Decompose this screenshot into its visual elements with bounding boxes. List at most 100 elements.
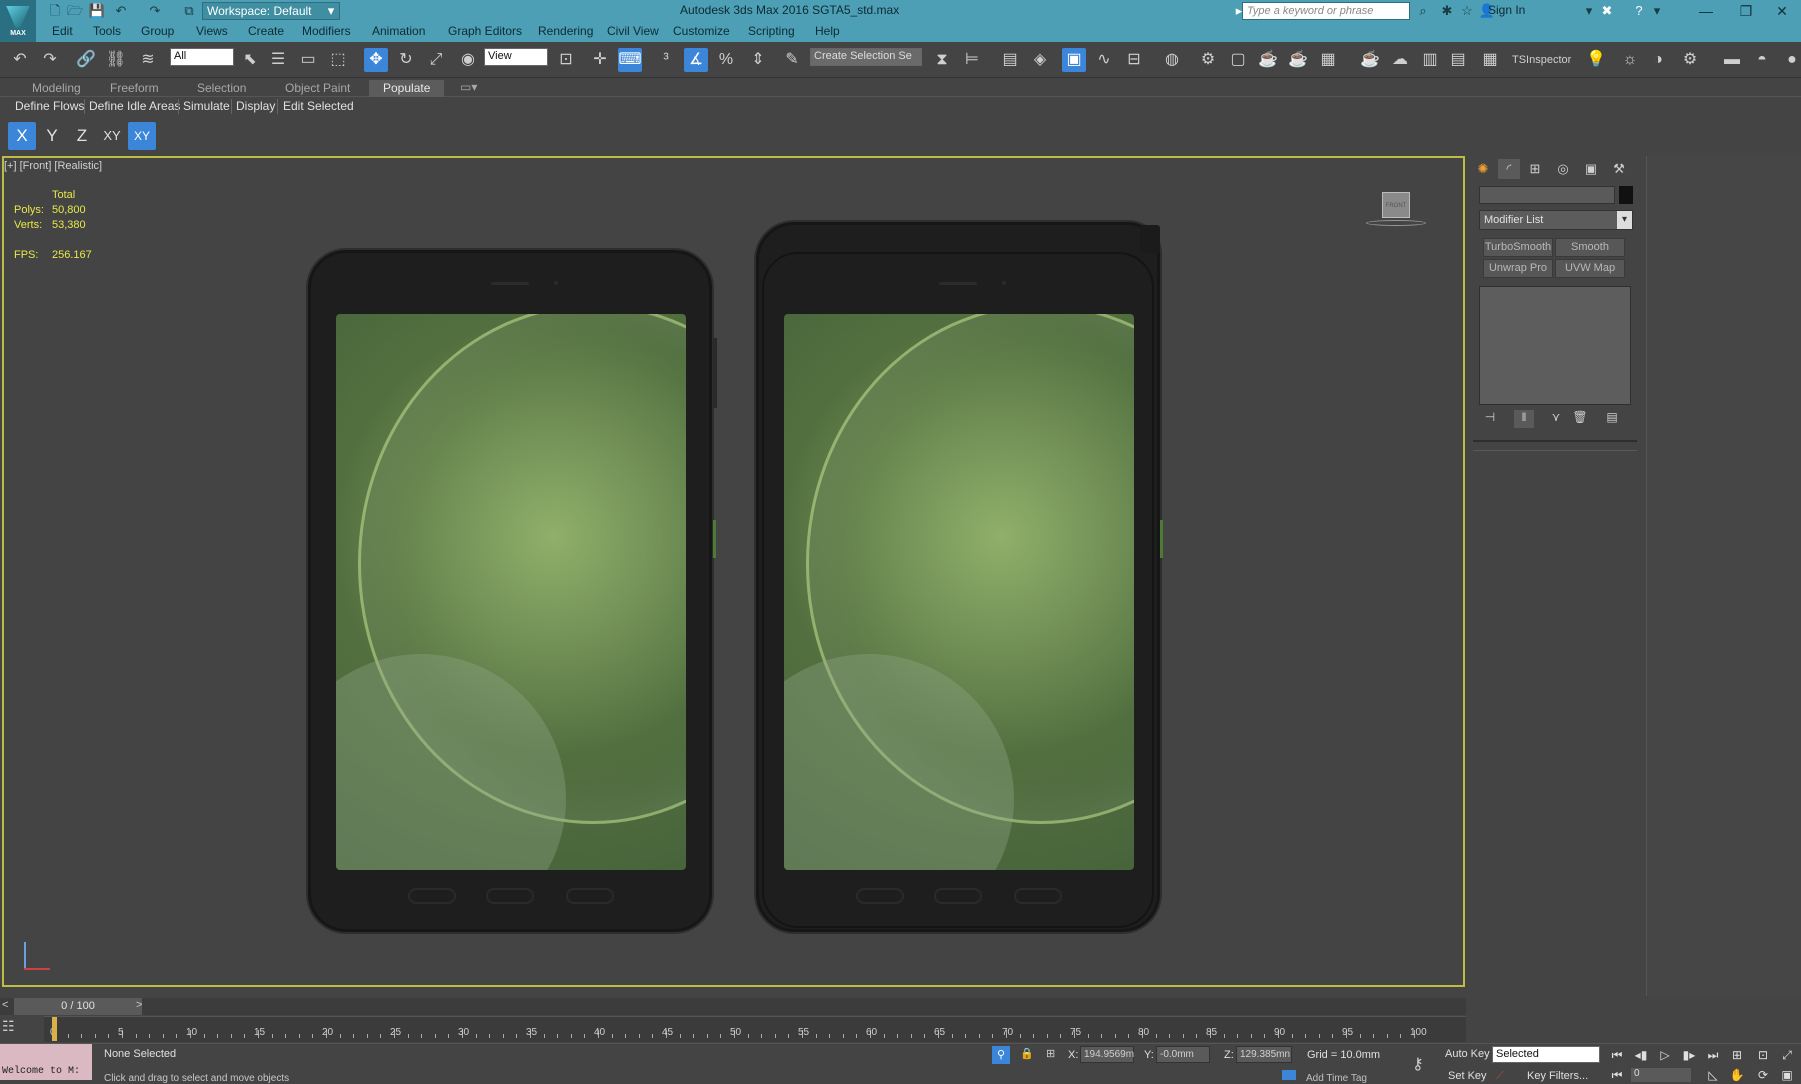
phone-model-right[interactable] (754, 220, 1162, 934)
cloud-render-icon[interactable]: ☁ (1388, 48, 1412, 72)
new-file-icon[interactable]: 🗋 (46, 2, 64, 20)
minimize-icon[interactable]: — (1686, 0, 1726, 22)
close-icon[interactable]: ✕ (1762, 0, 1801, 22)
maximize-icon[interactable]: ❐ (1726, 0, 1766, 22)
keyboard-shortcut-override-icon[interactable]: ⌨ (618, 48, 642, 72)
simulate-button[interactable]: Simulate (183, 99, 230, 113)
time-next-icon[interactable]: > (136, 999, 142, 1011)
link-icon[interactable]: 🔗 (74, 48, 98, 72)
field-of-view-icon[interactable]: ◺ (1704, 1066, 1722, 1084)
menu-tools[interactable]: Tools (93, 24, 121, 38)
tab-freeform[interactable]: Freeform (110, 81, 159, 95)
define-flows-button[interactable]: Define Flows (15, 99, 84, 113)
previous-frame-icon[interactable]: ◂▮ (1632, 1046, 1650, 1064)
display-button[interactable]: Display (236, 99, 275, 113)
sign-in-button[interactable]: Sign In (1488, 3, 1525, 17)
smooth-button[interactable]: Smooth (1555, 238, 1625, 257)
axis-snap-toggle-button[interactable]: XY (128, 122, 156, 150)
viewcube-face[interactable]: FRONT (1382, 192, 1410, 218)
render-iterative-icon[interactable]: ☕ (1286, 48, 1310, 72)
render-elements-icon[interactable]: ▤ (1446, 48, 1470, 72)
utilities-tab-icon[interactable]: ⚒ (1608, 159, 1630, 179)
select-by-name-icon[interactable]: ☰ (266, 48, 290, 72)
key-icon[interactable]: ⚷ (1412, 1054, 1424, 1074)
material-editor-icon[interactable]: ◍ (1160, 48, 1184, 72)
lock-selection-icon[interactable]: 🔒 (1020, 1047, 1034, 1060)
environment-icon[interactable]: ▥ (1418, 48, 1442, 72)
render-production-icon[interactable]: ☕ (1256, 48, 1280, 72)
add-time-tag[interactable]: Add Time Tag (1306, 1073, 1367, 1084)
menu-customize[interactable]: Customize (673, 24, 730, 38)
modifier-stack[interactable] (1479, 286, 1631, 405)
redo-icon[interactable]: ↷ (146, 2, 164, 20)
track-bar[interactable]: 0510152025303540455055606570758085909510… (44, 1016, 1466, 1042)
select-manipulate-icon[interactable]: ✛ (588, 48, 612, 72)
time-prev-icon[interactable]: < (2, 999, 8, 1011)
modifier-list-dropdown[interactable]: Modifier List (1479, 210, 1633, 230)
menu-scripting[interactable]: Scripting (748, 24, 795, 38)
tab-modeling[interactable]: Modeling (32, 81, 81, 95)
zoom-extents-icon[interactable]: ⊞ (1728, 1046, 1746, 1064)
auto-key-button[interactable]: Auto Key (1445, 1048, 1490, 1060)
menu-modifiers[interactable]: Modifiers (302, 24, 351, 38)
orbit-icon[interactable]: ⟳ (1754, 1066, 1772, 1084)
sphere-icon[interactable]: ● (1780, 48, 1801, 72)
rendered-frame-icon[interactable]: ▢ (1226, 48, 1250, 72)
subscription-icon[interactable]: ✱ (1438, 2, 1456, 20)
exposure-icon[interactable]: ◑ (1646, 48, 1670, 72)
angle-snap-icon[interactable]: ∡ (684, 48, 708, 72)
save-file-icon[interactable]: 💾 (88, 2, 106, 20)
menu-help[interactable]: Help (815, 24, 840, 38)
isolate-selection-icon[interactable]: ⚲ (992, 1046, 1010, 1064)
z-coordinate-field[interactable]: 129.385mn (1236, 1046, 1292, 1063)
mirror-icon[interactable]: ⧗ (930, 48, 954, 72)
current-time-marker[interactable] (52, 1017, 57, 1041)
schematic-view-icon[interactable]: ⊟ (1122, 48, 1146, 72)
pivot-center-icon[interactable]: ⊡ (554, 48, 578, 72)
daylight-icon[interactable]: ☼ (1618, 48, 1642, 72)
define-idle-areas-button[interactable]: Define Idle Areas (89, 99, 180, 113)
menu-edit[interactable]: Edit (52, 24, 73, 38)
light-bulb-icon[interactable]: 💡 (1584, 48, 1608, 72)
binoculars-icon[interactable]: ⌕ (1414, 2, 1432, 20)
percent-snap-icon[interactable]: % (714, 48, 738, 72)
maximize-toggle-icon[interactable]: ▣ (1778, 1066, 1796, 1084)
rect-selection-icon[interactable]: ▭ (296, 48, 320, 72)
time-tag-icon[interactable] (1282, 1070, 1296, 1080)
search-input[interactable]: Type a keyword or phrase (1242, 2, 1410, 20)
favorites-star-icon[interactable]: ☆ (1458, 2, 1476, 20)
help-chevron-icon[interactable]: ▾ (1648, 2, 1666, 20)
object-name-field[interactable] (1479, 186, 1615, 204)
key-filters-button[interactable]: Key Filters... (1527, 1070, 1588, 1082)
redo-icon[interactable]: ↷ (38, 48, 62, 72)
help-icon[interactable]: ? (1630, 2, 1648, 20)
key-mode-icon[interactable]: ⏮ (1608, 1066, 1626, 1084)
ribbon-options-icon[interactable]: ▭▾ (460, 80, 477, 94)
menu-rendering[interactable]: Rendering (538, 24, 593, 38)
tsinspector-label[interactable]: TSInspector (1512, 54, 1571, 66)
curve-editor-icon[interactable]: ∿ (1092, 48, 1116, 72)
menu-group[interactable]: Group (141, 24, 174, 38)
viewport-front[interactable] (2, 156, 1465, 987)
turbosmooth-button[interactable]: TurboSmooth (1483, 238, 1553, 257)
zoom-all-icon[interactable]: ⊡ (1754, 1046, 1772, 1064)
spinner-snap-icon[interactable]: ⇕ (746, 48, 770, 72)
workspace-chevron-icon[interactable]: ▾ (322, 2, 340, 20)
maximize-viewport-icon[interactable]: ⤢ (1778, 1046, 1796, 1064)
y-coordinate-field[interactable]: -0.0mm (1156, 1046, 1210, 1063)
named-selection-dropdown[interactable]: Create Selection Se (810, 48, 922, 66)
object-color-swatch[interactable] (1619, 186, 1633, 204)
tab-selection[interactable]: Selection (197, 81, 246, 95)
unwrap-pro-button[interactable]: Unwrap Pro (1483, 259, 1553, 278)
time-slider[interactable]: 0 / 100 (14, 998, 142, 1015)
render-setup-icon[interactable]: ⚙ (1196, 48, 1220, 72)
select-place-icon[interactable]: ◉ (456, 48, 480, 72)
exchange-icon[interactable]: ✖ (1598, 2, 1616, 20)
display-tab-icon[interactable]: ▣ (1580, 159, 1602, 179)
configure-sets-icon[interactable]: ▤ (1602, 410, 1622, 428)
create-tab-icon[interactable]: ✺ (1472, 159, 1494, 179)
menu-civil-view[interactable]: Civil View (607, 24, 659, 38)
axis-x-button[interactable]: X (8, 122, 36, 150)
project-folder-icon[interactable]: ⧉ (180, 2, 198, 20)
modify-tab-icon[interactable]: ◜ (1498, 159, 1520, 179)
